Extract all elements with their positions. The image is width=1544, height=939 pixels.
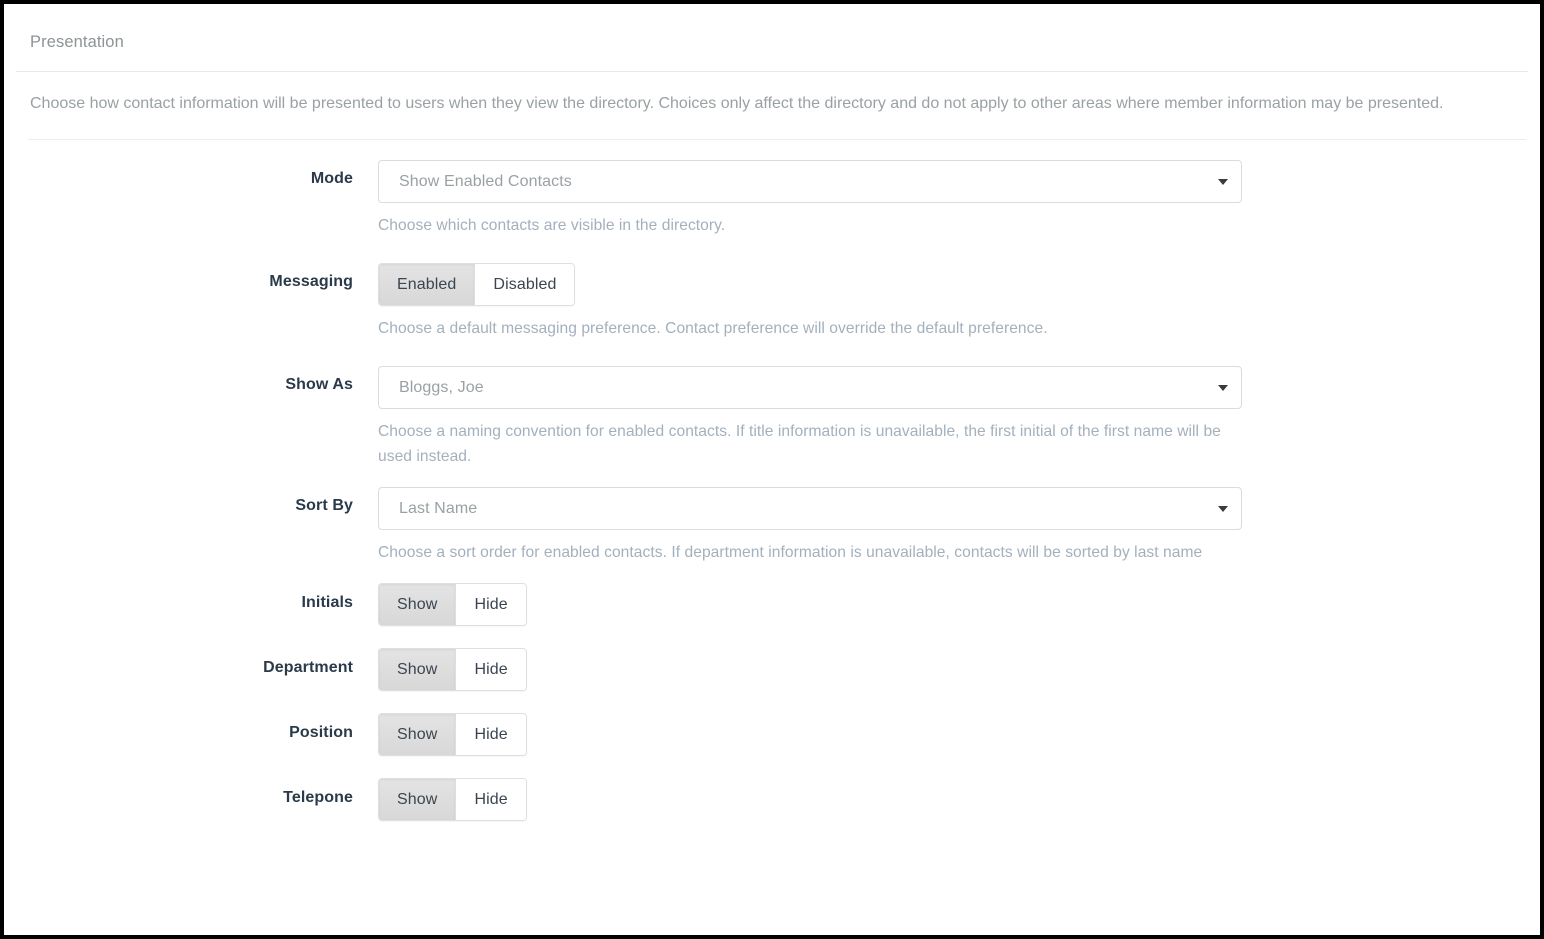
department-toggle-group: Show Hide xyxy=(378,648,527,691)
label-mode: Mode xyxy=(310,170,353,187)
telepone-toggle-group: Show Hide xyxy=(378,778,527,821)
control-show-as: Bloggs, Joe Choose a naming convention f… xyxy=(378,366,1528,469)
show-as-select[interactable]: Bloggs, Joe xyxy=(378,366,1242,409)
chevron-down-icon xyxy=(1218,384,1228,391)
initials-option-hide[interactable]: Hide xyxy=(455,584,526,625)
initials-option-show[interactable]: Show xyxy=(379,584,456,625)
form-row-initials: Initials Show Hide xyxy=(16,583,1528,626)
label-sort-by: Sort By xyxy=(295,497,353,514)
label-department: Department xyxy=(263,659,353,676)
label-show-as: Show As xyxy=(285,376,353,393)
control-position: Show Hide xyxy=(378,713,1528,756)
help-mode: Choose which contacts are visible in the… xyxy=(378,217,726,234)
help-sort-by: Choose a sort order for enabled contacts… xyxy=(378,544,1203,561)
mode-select[interactable]: Show Enabled Contacts xyxy=(378,160,1242,203)
control-department: Show Hide xyxy=(378,648,1528,691)
telepone-option-show[interactable]: Show xyxy=(379,779,456,820)
app-frame: Presentation Choose how contact informat… xyxy=(0,0,1544,939)
form-row-messaging: Messaging Enabled Disabled Choose a defa… xyxy=(16,263,1528,341)
messaging-option-enabled[interactable]: Enabled xyxy=(379,264,475,305)
page-title: Presentation xyxy=(30,33,124,51)
department-option-show[interactable]: Show xyxy=(379,649,456,690)
sort-by-select[interactable]: Last Name xyxy=(378,487,1242,530)
form-row-mode: Mode Show Enabled Contacts Choose which … xyxy=(16,160,1528,238)
control-messaging: Enabled Disabled Choose a default messag… xyxy=(378,263,1528,341)
control-telepone: Show Hide xyxy=(378,778,1528,821)
position-option-show[interactable]: Show xyxy=(379,714,456,755)
form-row-sort-by: Sort By Last Name Choose a sort order fo… xyxy=(16,487,1528,565)
position-toggle-group: Show Hide xyxy=(378,713,527,756)
form-row-department: Department Show Hide xyxy=(16,648,1528,691)
show-as-select-value: Bloggs, Joe xyxy=(399,378,484,396)
form-row-telepone: Telepone Show Hide xyxy=(16,778,1528,821)
initials-toggle-group: Show Hide xyxy=(378,583,527,626)
mode-select-value: Show Enabled Contacts xyxy=(399,172,572,190)
label-initials: Initials xyxy=(301,594,353,611)
control-initials: Show Hide xyxy=(378,583,1528,626)
department-option-hide[interactable]: Hide xyxy=(455,649,526,690)
label-messaging: Messaging xyxy=(269,273,353,290)
presentation-form: Mode Show Enabled Contacts Choose which … xyxy=(16,140,1528,821)
chevron-down-icon xyxy=(1218,178,1228,185)
chevron-down-icon xyxy=(1218,505,1228,512)
panel-header: Presentation xyxy=(16,14,1528,72)
help-show-as: Choose a naming convention for enabled c… xyxy=(378,423,1221,465)
control-sort-by: Last Name Choose a sort order for enable… xyxy=(378,487,1528,565)
presentation-panel: Presentation Choose how contact informat… xyxy=(16,14,1528,935)
label-telepone: Telepone xyxy=(283,789,353,806)
help-messaging: Choose a default messaging preference. C… xyxy=(378,320,1048,337)
sort-by-select-value: Last Name xyxy=(399,499,478,517)
messaging-option-disabled[interactable]: Disabled xyxy=(474,264,575,305)
form-row-show-as: Show As Bloggs, Joe Choose a naming conv… xyxy=(16,366,1528,469)
telepone-option-hide[interactable]: Hide xyxy=(455,779,526,820)
form-row-position: Position Show Hide xyxy=(16,713,1528,756)
messaging-toggle-group: Enabled Disabled xyxy=(378,263,576,306)
control-mode: Show Enabled Contacts Choose which conta… xyxy=(378,160,1528,238)
position-option-hide[interactable]: Hide xyxy=(455,714,526,755)
label-position: Position xyxy=(289,724,353,741)
panel-description: Choose how contact information will be p… xyxy=(30,95,1444,112)
